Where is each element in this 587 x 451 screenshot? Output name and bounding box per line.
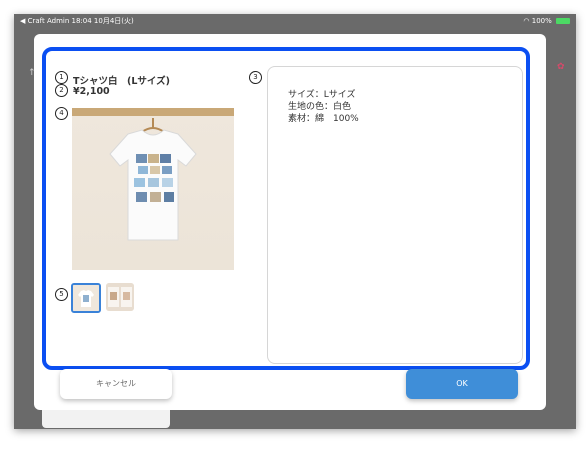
callout-3: 3 xyxy=(249,71,262,84)
ok-button[interactable]: OK xyxy=(406,369,518,399)
thumbnail-2[interactable] xyxy=(106,283,134,311)
status-bar-left: ◀ Craft Admin 18:04 10月4日(火) xyxy=(20,17,134,25)
product-title: Tシャツ白 (Lサイズ) xyxy=(73,76,170,87)
battery-icon xyxy=(556,18,570,24)
product-photo xyxy=(72,108,234,270)
callout-1: 1 xyxy=(55,71,68,84)
product-detail-frame: 1 Tシャツ白 (Lサイズ) 2 ¥2,100 4 5 3 サイズ：Lサイズ 生… xyxy=(42,47,530,370)
callout-4: 4 xyxy=(55,107,68,120)
battery-percent: 100% xyxy=(531,17,552,25)
status-bar: ◀ Craft Admin 18:04 10月4日(火) ◠ 100% xyxy=(14,14,576,28)
callout-5: 5 xyxy=(55,288,68,301)
cancel-button[interactable]: キャンセル xyxy=(60,369,172,399)
status-bar-right: ◠ 100% xyxy=(523,14,570,28)
callout-2: 2 xyxy=(55,84,68,97)
product-price: ¥2,100 xyxy=(73,86,110,97)
product-modal: 1 Tシャツ白 (Lサイズ) 2 ¥2,100 4 5 3 サイズ：Lサイズ 生… xyxy=(34,34,546,410)
description-line-material: 素材：綿 100% xyxy=(288,114,359,124)
description-box: サイズ：Lサイズ 生地の色：白色 素材：綿 100% xyxy=(267,66,523,364)
thumbnail-2-image xyxy=(106,283,134,311)
thumbnail-1[interactable] xyxy=(71,283,101,313)
thumbnail-1-image xyxy=(73,285,99,311)
background-icon: ✿ xyxy=(557,62,565,72)
wifi-icon: ◠ xyxy=(523,17,530,25)
tshirt-image xyxy=(109,118,197,241)
